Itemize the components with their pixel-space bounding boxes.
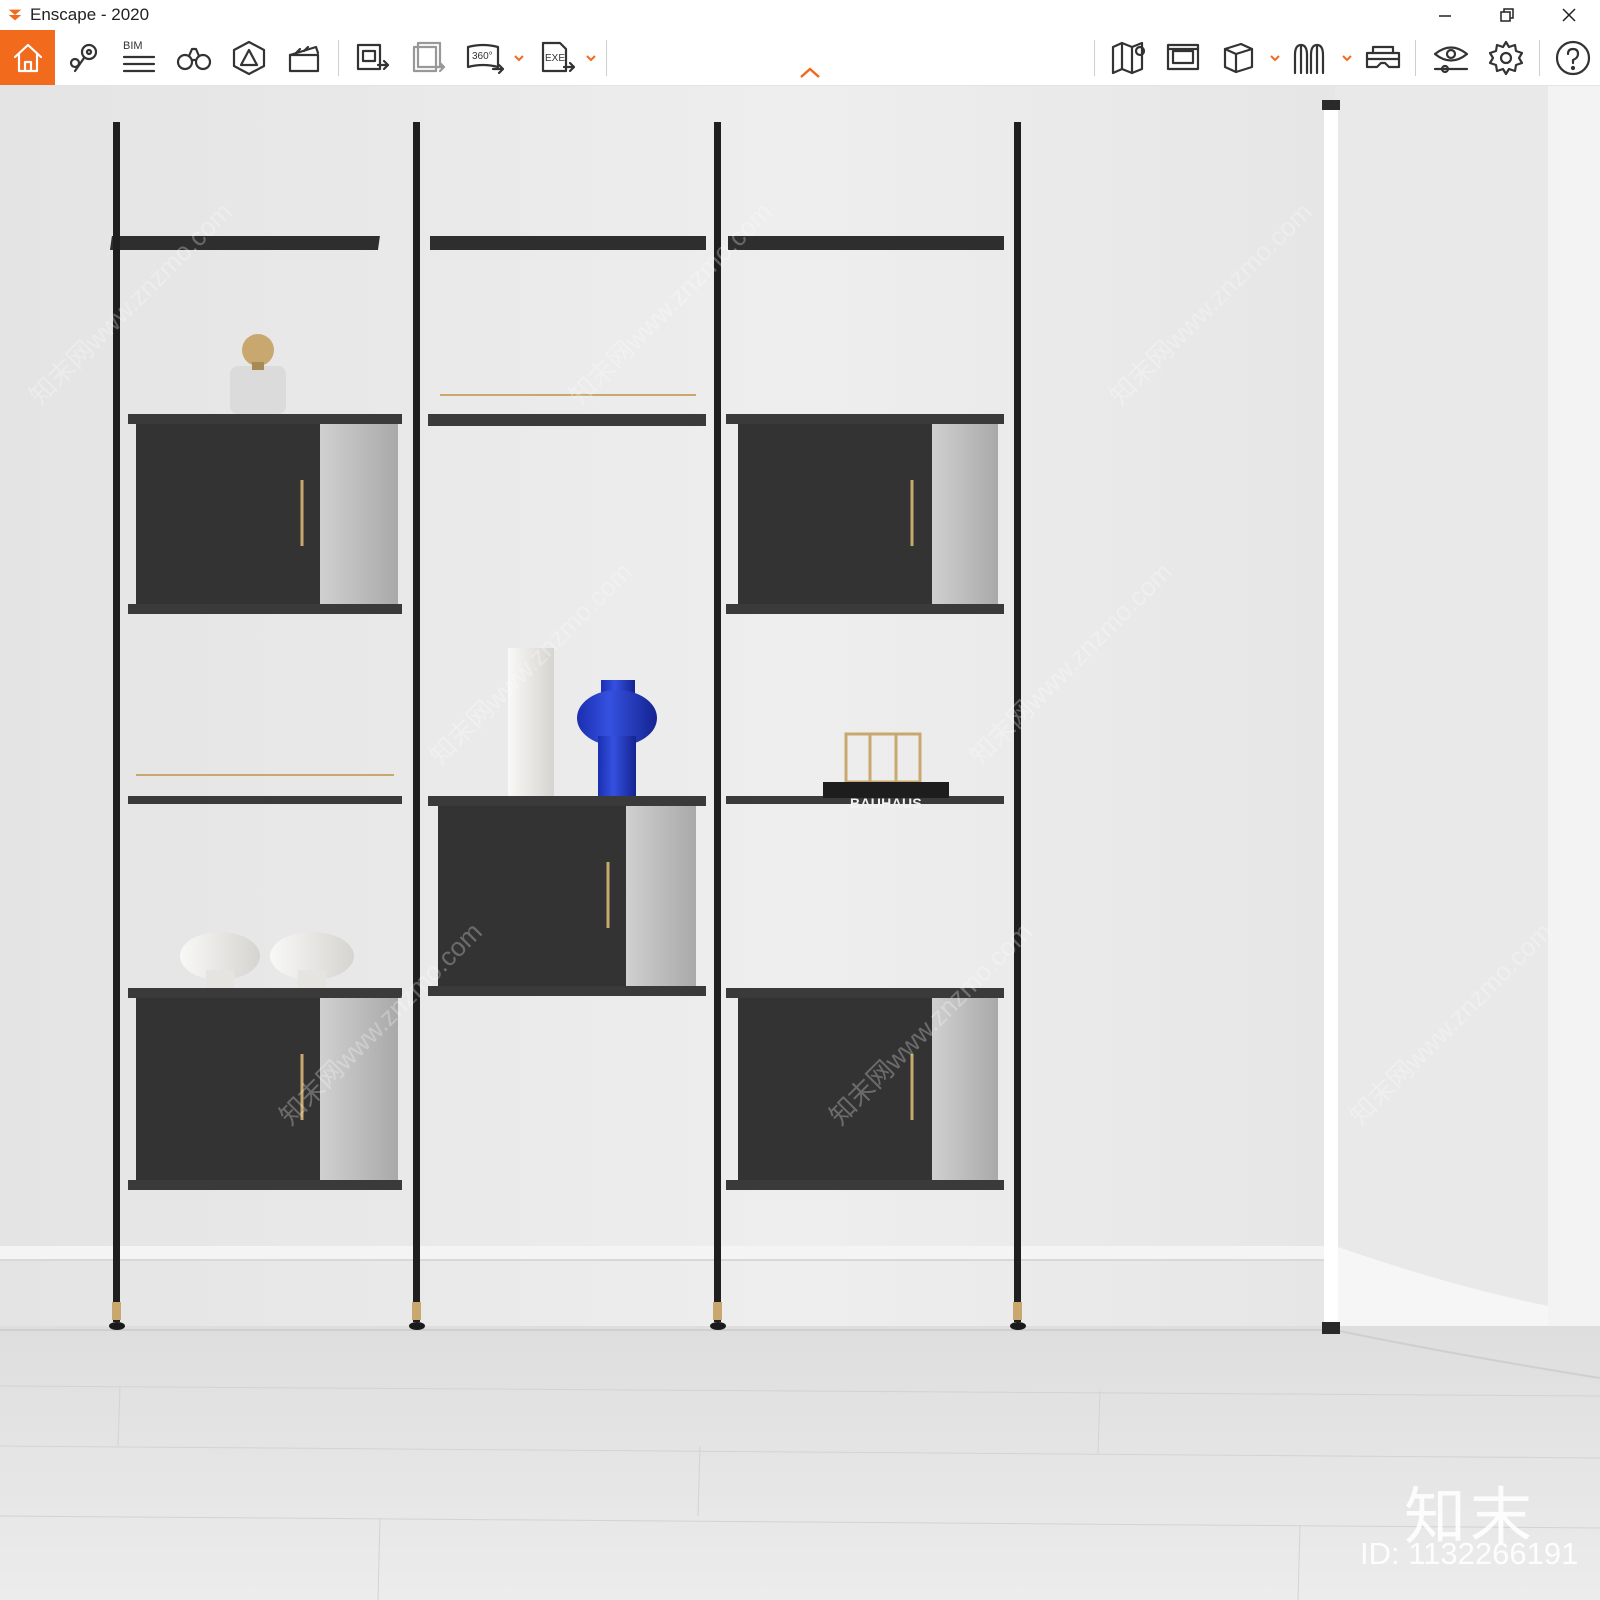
minimize-icon <box>1439 15 1451 17</box>
home-button[interactable] <box>0 30 55 85</box>
help-button[interactable] <box>1548 30 1598 85</box>
close-button[interactable] <box>1538 0 1600 30</box>
shelf-scene-render <box>0 86 1600 1600</box>
chevron-down-icon <box>514 54 524 61</box>
render-viewport[interactable]: BAUHAUS 知末网www.znzmo.com 知末网www.znzmo.co… <box>0 86 1600 1600</box>
batch-render-button[interactable] <box>404 30 454 85</box>
chevron-down-icon <box>586 54 596 61</box>
toolbar-separator <box>606 40 607 76</box>
vr-headset-button[interactable] <box>1358 30 1408 85</box>
rendering-icon <box>1166 43 1200 70</box>
restore-icon <box>1500 8 1514 22</box>
home-icon <box>13 43 42 72</box>
view-mode-dropdown[interactable] <box>1269 30 1281 85</box>
visual-settings-icon <box>1433 45 1469 73</box>
close-icon <box>1562 8 1576 22</box>
chevron-down-icon <box>1270 54 1280 61</box>
warning-shape-icon <box>232 40 266 75</box>
export-image-icon <box>356 43 390 70</box>
toolbar-separator <box>1539 40 1540 76</box>
watermark-id: ID: 1132266191 <box>1360 1536 1579 1571</box>
people-icon <box>1293 43 1325 74</box>
toolbar-separator <box>1415 40 1416 76</box>
toolbar-separator <box>338 40 339 76</box>
window-title: Enscape - 2020 <box>30 5 150 24</box>
view-mode-button[interactable] <box>1213 30 1263 85</box>
svg-text:BIM: BIM <box>123 40 143 52</box>
views-button[interactable] <box>58 30 110 85</box>
enscape-logo-icon <box>8 9 22 21</box>
help-icon <box>1555 40 1591 75</box>
svg-text:360°: 360° <box>472 51 493 62</box>
panorama-360-icon: 360° <box>466 43 505 74</box>
book-title-text: BAUHAUS <box>849 795 923 811</box>
bim-icon: BIM <box>122 40 156 72</box>
chevron-up-icon <box>800 67 820 78</box>
screenshot-button[interactable] <box>348 30 398 85</box>
export-exe-icon: EXE <box>541 41 576 72</box>
walk-mode-button[interactable] <box>168 30 220 85</box>
panorama-dropdown[interactable] <box>513 30 525 85</box>
video-editor-button[interactable] <box>278 30 330 85</box>
binoculars-icon <box>176 47 212 70</box>
chevron-down-icon <box>1342 54 1352 61</box>
visual-settings-button[interactable] <box>1425 30 1477 85</box>
export-exe-button[interactable]: EXE <box>532 30 582 85</box>
vr-headset-icon <box>1365 45 1401 68</box>
minimize-button[interactable] <box>1414 0 1476 30</box>
toolbar-separator <box>1094 40 1095 76</box>
window-controls <box>1414 0 1600 30</box>
restore-button[interactable] <box>1476 0 1538 30</box>
settings-gear-icon <box>1488 40 1524 75</box>
collaboration-button[interactable] <box>1285 30 1335 85</box>
clapperboard-icon <box>288 45 320 72</box>
panorama-button[interactable]: 360° <box>460 30 510 85</box>
cube-icon <box>1223 42 1254 73</box>
export-dropdown[interactable] <box>585 30 597 85</box>
collaboration-dropdown[interactable] <box>1341 30 1353 85</box>
bim-button[interactable]: BIM <box>113 30 165 85</box>
title-bar: Enscape - 2020 <box>0 0 1600 30</box>
render-window-button[interactable] <box>1158 30 1208 85</box>
map-icon <box>1111 41 1146 74</box>
svg-text:EXE: EXE <box>545 53 565 64</box>
settings-button[interactable] <box>1480 30 1532 85</box>
location-pins-icon <box>69 43 98 72</box>
batch-render-icon <box>412 41 446 72</box>
asset-library-button[interactable] <box>223 30 275 85</box>
map-button[interactable] <box>1104 30 1154 85</box>
collapse-toolbar-button[interactable] <box>798 66 822 85</box>
